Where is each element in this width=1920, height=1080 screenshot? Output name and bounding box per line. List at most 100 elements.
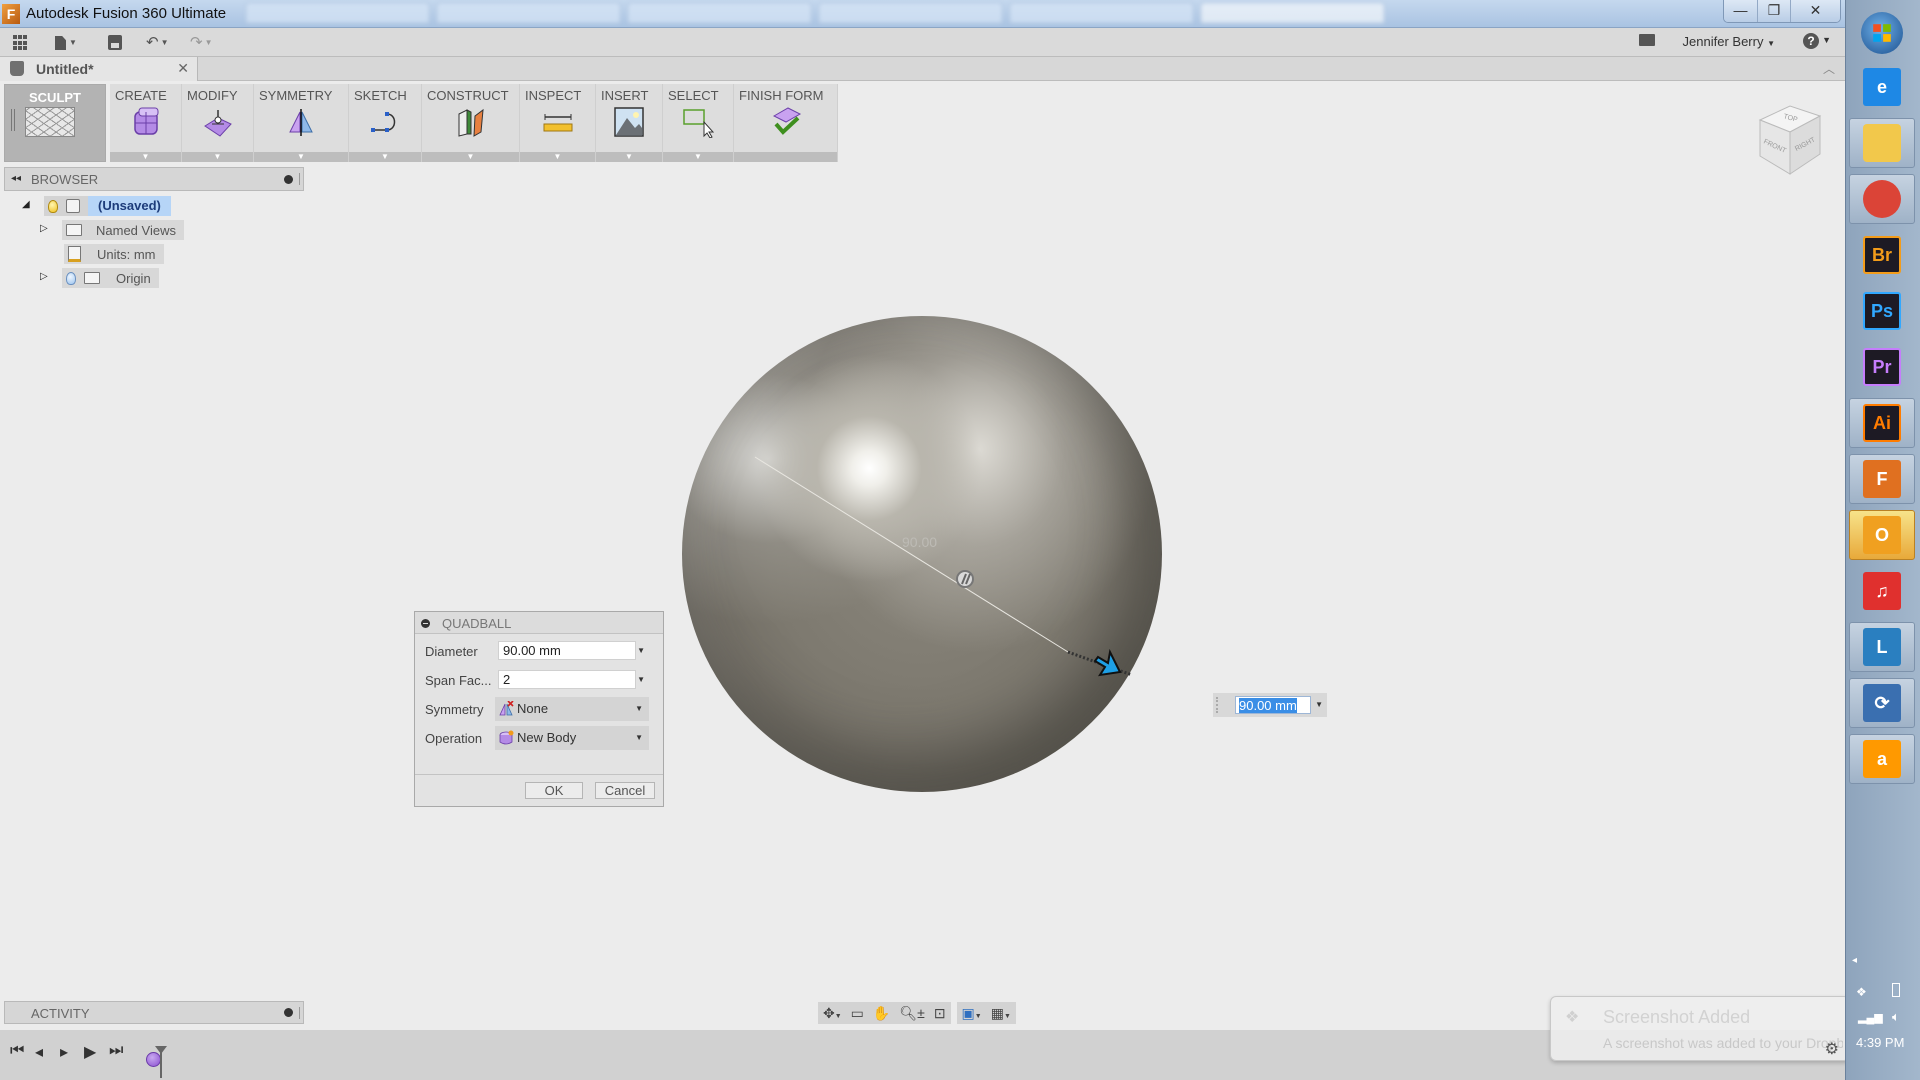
taskbar-app-windows-explorer[interactable] — [1849, 118, 1915, 168]
tree-item-units[interactable]: Units: mm — [40, 244, 164, 264]
gear-icon[interactable]: ⚙ — [1825, 1039, 1839, 1059]
workspace-switcher[interactable]: SCULPT — [4, 84, 106, 162]
taskbar-app-adobe-illustrator[interactable]: Ai — [1849, 398, 1915, 448]
close-tab-button[interactable]: ✕ — [177, 60, 189, 77]
taskbar-app-adobe-photoshop[interactable]: Ps — [1849, 286, 1915, 336]
battery-icon[interactable] — [1892, 983, 1900, 997]
ribbon-group-sketch[interactable]: SKETCH ▼ — [349, 84, 422, 162]
ok-button[interactable]: OK — [525, 782, 583, 799]
ribbon-group-construct[interactable]: CONSTRUCT ▼ — [422, 84, 520, 162]
feedback-comment-icon[interactable] — [1639, 34, 1655, 46]
ribbon-group-select[interactable]: SELECT ▼ — [663, 84, 734, 162]
ribbon-group-symmetry[interactable]: SYMMETRY ▼ — [254, 84, 349, 162]
close-window-button[interactable]: ✕ — [1790, 0, 1840, 22]
taskbar-app-google-chrome[interactable] — [1849, 174, 1915, 224]
taskbar-app-lync[interactable]: L — [1849, 622, 1915, 672]
taskbar-clock[interactable]: 4:39 PM — [1856, 1035, 1904, 1050]
pin-panel-icon[interactable] — [284, 175, 293, 184]
floating-diameter-field[interactable]: 90.00 mm — [1235, 696, 1311, 714]
chevron-down-icon[interactable]: ▼ — [1315, 700, 1323, 709]
viewcube[interactable]: TOP FRONT RIGHT — [1752, 100, 1828, 176]
go-to-start-icon[interactable]: ⏮ — [10, 1042, 24, 1060]
start-button[interactable] — [1849, 8, 1915, 58]
chevron-down-icon[interactable]: ▼ — [349, 152, 421, 162]
chevron-down-icon[interactable]: ▼ — [663, 152, 733, 162]
volume-icon[interactable]: 🔈︎ — [1892, 1009, 1900, 1025]
chevron-down-icon[interactable]: ▼ — [1822, 35, 1831, 45]
show-hidden-icons[interactable]: ◂ — [1852, 955, 1857, 966]
fit-view-icon[interactable]: ⊡ — [934, 1005, 946, 1022]
orbit-icon[interactable]: ✥▼ — [823, 1005, 842, 1022]
ribbon-group-finish-form[interactable]: FINISH FORM — [734, 84, 838, 162]
expand-toggle-icon[interactable]: ▷ — [40, 223, 50, 234]
save-button[interactable] — [108, 33, 122, 53]
expand-toggle-icon[interactable]: ▷ — [40, 271, 50, 282]
ribbon-group-insert[interactable]: INSERT ▼ — [596, 84, 663, 162]
ribbon-group-label: SYMMETRY — [259, 88, 333, 103]
expand-toggle-icon[interactable]: ◢ — [22, 199, 32, 210]
timeline-feature-quadball-icon[interactable] — [146, 1052, 161, 1067]
chevron-down-icon[interactable]: ▼ — [637, 646, 645, 655]
taskbar-app-adobe-bridge[interactable]: Br — [1849, 230, 1915, 280]
drag-grip-icon[interactable] — [1216, 697, 1218, 713]
redo-button[interactable]: ↷ ▼ — [190, 33, 213, 53]
play-icon[interactable]: ▶ — [84, 1042, 96, 1062]
panel-resize-grip[interactable] — [299, 173, 301, 185]
operation-select[interactable]: New Body ▼ — [495, 726, 649, 750]
look-at-icon[interactable]: ▭ — [851, 1005, 864, 1022]
restore-button[interactable]: ❐ — [1757, 0, 1790, 22]
taskbar-app-itunes[interactable]: ♫ — [1849, 566, 1915, 616]
dropbox-notification[interactable]: ❖ Screenshot Added A screenshot was adde… — [1550, 996, 1850, 1061]
ribbon-group-modify[interactable]: MODIFY ▼ — [182, 84, 254, 162]
file-menu-button[interactable]: ▼ — [55, 33, 77, 53]
step-back-icon[interactable]: ◂ — [35, 1042, 43, 1062]
display-settings-icon[interactable]: ▣▼ — [962, 1005, 982, 1022]
go-to-end-icon[interactable]: ⏭ — [109, 1042, 123, 1060]
network-signal-icon[interactable]: ▂▄▆ — [1858, 1011, 1883, 1024]
diameter-input[interactable]: 90.00 mm — [498, 641, 636, 660]
taskbar-app-internet-explorer[interactable]: e — [1849, 62, 1915, 112]
span-factor-input[interactable]: 2 — [498, 670, 636, 689]
tree-item-named-views[interactable]: ▷ Named Views — [40, 220, 184, 240]
chevron-down-icon[interactable]: ▼ — [182, 152, 253, 162]
taskbar-app-adobe-premiere[interactable]: Pr — [1849, 342, 1915, 392]
ribbon-group-inspect[interactable]: INSPECT ▼ — [520, 84, 596, 162]
zoom-icon[interactable]: 🔍︎± — [899, 1005, 924, 1022]
ribbon-group-create[interactable]: CREATE ▼ — [110, 84, 182, 162]
document-tab[interactable]: Untitled* ✕ — [0, 57, 198, 81]
chevron-down-icon[interactable]: ▼ — [637, 675, 645, 684]
quadball-body[interactable] — [682, 316, 1162, 792]
collapse-ribbon-icon[interactable]: ︿ — [1823, 60, 1835, 77]
app-grid-button[interactable] — [13, 33, 29, 53]
expand-panel-icon[interactable] — [284, 1008, 293, 1017]
undo-button[interactable]: ↶ ▼ — [146, 33, 169, 53]
chevron-down-icon[interactable]: ▼ — [110, 152, 181, 162]
chevron-down-icon[interactable]: ▼ — [254, 152, 348, 162]
notification-message: A screenshot was added to your Dropbox. — [1603, 1035, 1843, 1051]
tree-item-origin[interactable]: ▷ Origin — [40, 268, 159, 288]
visibility-bulb-icon[interactable] — [66, 271, 76, 285]
panel-resize-grip[interactable] — [299, 1007, 301, 1019]
field-label: Symmetry — [425, 702, 484, 717]
symmetry-select[interactable]: None ▼ — [495, 697, 649, 721]
taskbar-app-windows-update[interactable]: ⟳ — [1849, 678, 1915, 728]
timeline-marker[interactable] — [155, 1046, 167, 1078]
minimize-button[interactable]: — — [1724, 0, 1757, 22]
taskbar-app-amazon[interactable]: a — [1849, 734, 1915, 784]
collapse-panel-icon[interactable]: ◂◂ — [11, 173, 21, 184]
collapse-dialog-icon[interactable] — [421, 619, 430, 628]
taskbar-app-fusion-360[interactable]: F — [1849, 454, 1915, 504]
tree-item-root[interactable]: ◢ (Unsaved) — [22, 196, 171, 216]
visibility-bulb-icon[interactable] — [48, 199, 58, 213]
taskbar-app-outlook[interactable]: O — [1849, 510, 1915, 560]
chevron-down-icon[interactable]: ▼ — [520, 152, 595, 162]
pan-hand-icon[interactable]: ✋ — [873, 1005, 890, 1022]
chevron-down-icon[interactable]: ▼ — [596, 152, 662, 162]
cancel-button[interactable]: Cancel — [595, 782, 655, 799]
help-icon[interactable]: ? — [1803, 33, 1819, 49]
chevron-down-icon[interactable]: ▼ — [422, 152, 519, 162]
step-forward-icon[interactable]: ▸ — [60, 1042, 68, 1062]
dropbox-tray-icon[interactable]: ❖ — [1856, 985, 1867, 999]
user-menu[interactable]: Jennifer Berry ▼ — [1683, 34, 1775, 49]
grid-settings-icon[interactable]: ▦▼ — [991, 1005, 1011, 1022]
